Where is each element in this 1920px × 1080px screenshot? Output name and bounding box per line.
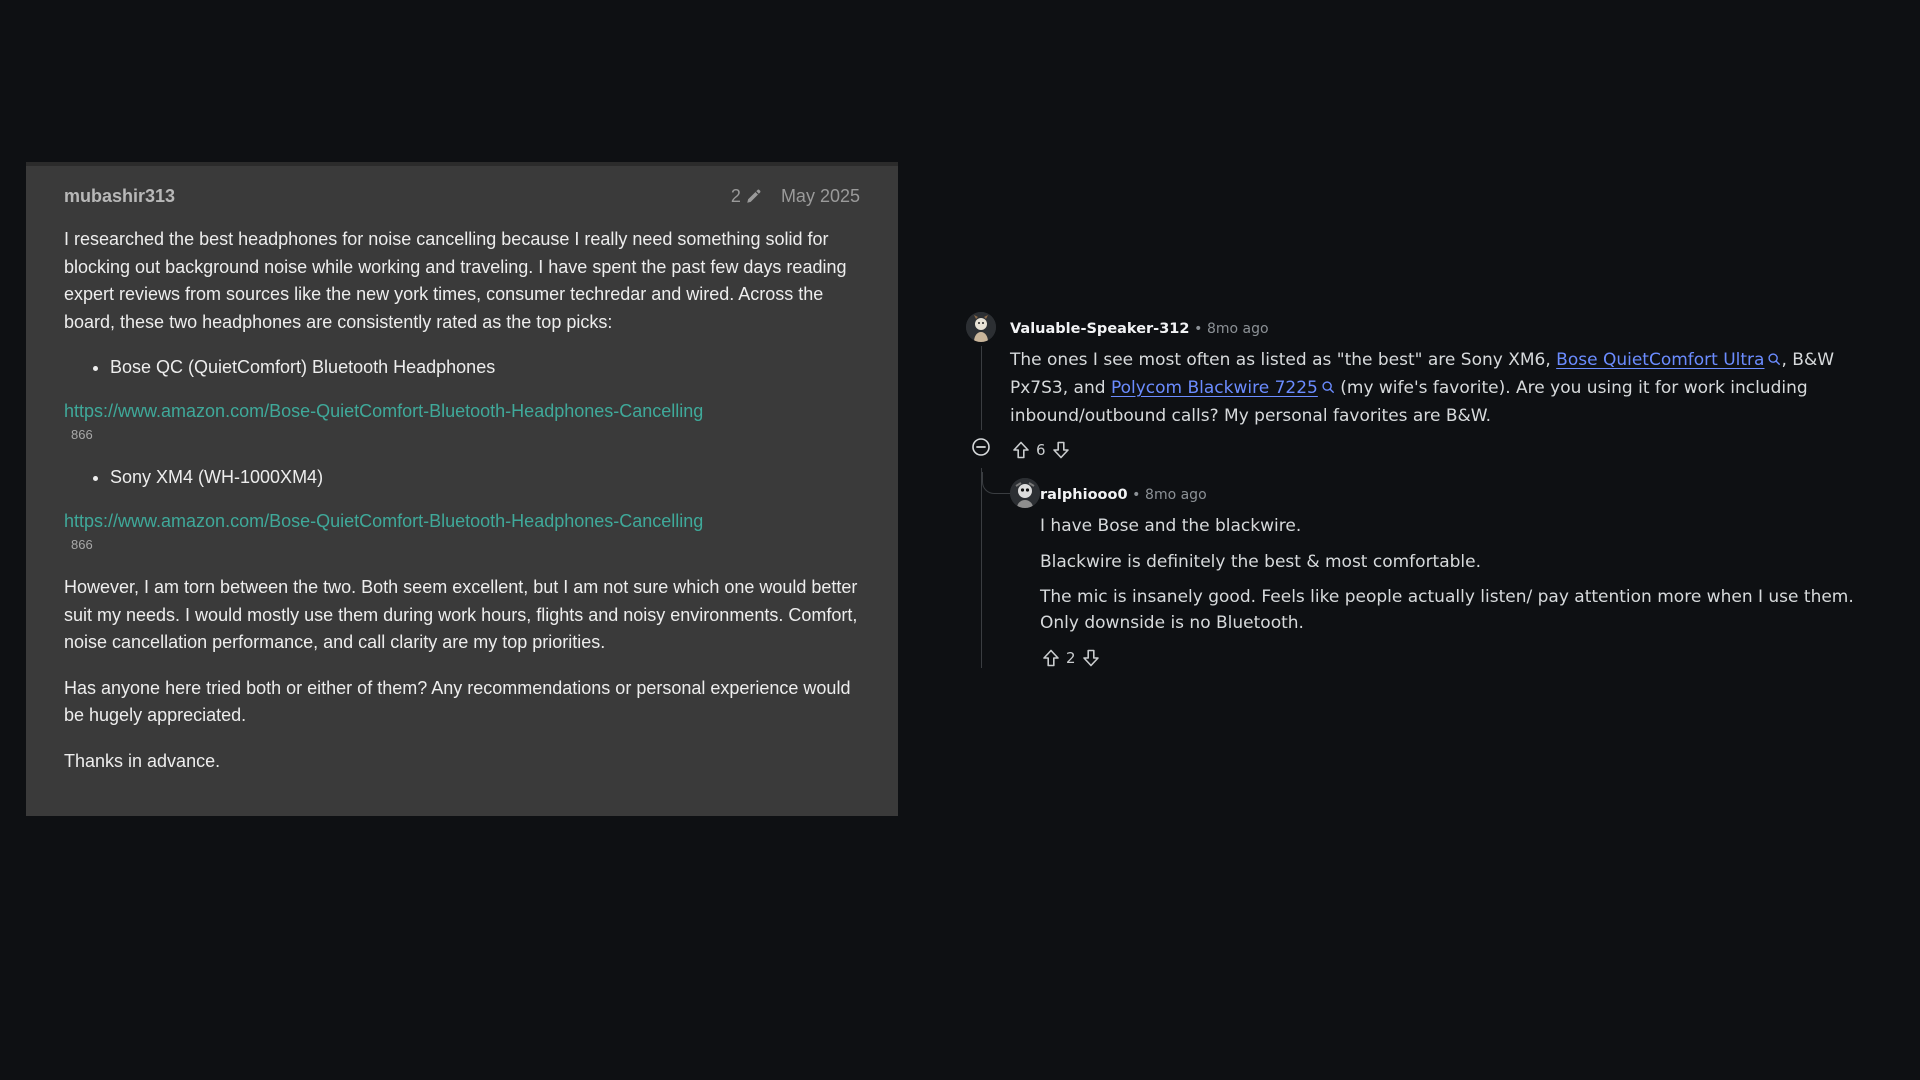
polycom-search-link[interactable]: Polycom Blackwire 7225: [1111, 378, 1335, 398]
comment-author[interactable]: Valuable-Speaker-312: [1010, 321, 1189, 337]
collapse-icon[interactable]: [970, 436, 992, 458]
amazon-link-1[interactable]: https://www.amazon.com/Bose-QuietComfort…: [64, 398, 860, 424]
avatar[interactable]: [966, 312, 996, 342]
reply-comment: ralphiooo0 • 8mo ago I have Bose and the…: [982, 472, 1896, 672]
post-date[interactable]: May 2025: [781, 186, 860, 207]
link-label: Polycom Blackwire 7225: [1110, 378, 1318, 398]
link-click-count: 866: [71, 427, 93, 442]
comment-time[interactable]: 8mo ago: [1145, 487, 1207, 503]
amazon-link-2[interactable]: https://www.amazon.com/Bose-QuietComfort…: [64, 508, 860, 534]
post-paragraph: However, I am torn between the two. Both…: [64, 577, 858, 652]
search-icon: [1767, 347, 1781, 365]
edit-count[interactable]: 2: [731, 186, 741, 207]
vote-bar: 6: [1010, 436, 1896, 464]
post-intro: I researched the best headphones for noi…: [64, 229, 847, 332]
thread-curve: [982, 472, 1012, 494]
comment-body: Valuable-Speaker-312 • 8mo ago The ones …: [1010, 312, 1896, 464]
vote-count: 6: [1036, 441, 1046, 459]
post-meta: 2 May 2025: [731, 186, 860, 207]
comment-time[interactable]: 8mo ago: [1207, 321, 1269, 337]
comment-paragraph: I have Bose and the blackwire.: [1040, 516, 1302, 536]
product-list-2: Sony XM4 (WH-1000XM4): [64, 464, 860, 490]
comment-paragraph: The mic is insanely good. Feels like peo…: [1040, 587, 1854, 633]
link-block-1: https://www.amazon.com/Bose-QuietComfort…: [64, 398, 860, 446]
thread-line: [981, 346, 982, 430]
bose-search-link[interactable]: Bose QuietComfort Ultra: [1556, 350, 1781, 370]
comment: Valuable-Speaker-312 • 8mo ago The ones …: [966, 312, 1896, 672]
comment-header: Valuable-Speaker-312 • 8mo ago: [1010, 312, 1896, 346]
comment-text-part: The ones I see most often as listed as "…: [1010, 350, 1557, 370]
thread-line: [981, 468, 982, 668]
link-click-count: 866: [71, 537, 93, 552]
comment-author[interactable]: ralphiooo0: [1040, 487, 1128, 503]
post-signoff: Thanks in advance.: [64, 750, 221, 771]
vote-count: 2: [1066, 649, 1076, 667]
link-label: Bose QuietComfort Ultra: [1556, 350, 1765, 370]
downvote-icon[interactable]: [1080, 647, 1102, 669]
product-list-1: Bose QC (QuietComfort) Bluetooth Headpho…: [64, 354, 860, 380]
vote-bar: 2: [1040, 644, 1896, 672]
downvote-icon[interactable]: [1050, 439, 1072, 461]
separator-dot: •: [1194, 321, 1203, 337]
pencil-icon[interactable]: [745, 187, 763, 205]
comment-body: ralphiooo0 • 8mo ago I have Bose and the…: [1040, 478, 1896, 672]
forum-post: mubashir313 2 May 2025 I researched the …: [26, 162, 898, 816]
link-block-2: https://www.amazon.com/Bose-QuietComfort…: [64, 508, 860, 556]
list-item: Bose QC (QuietComfort) Bluetooth Headpho…: [110, 354, 860, 380]
comment-header: ralphiooo0 • 8mo ago: [1040, 478, 1896, 512]
upvote-icon[interactable]: [1040, 647, 1062, 669]
avatar[interactable]: [1010, 478, 1040, 508]
comment-text: I have Bose and the blackwire. Blackwire…: [1040, 512, 1896, 636]
post-header: mubashir313 2 May 2025: [64, 184, 860, 208]
separator-dot: •: [1132, 487, 1141, 503]
post-author[interactable]: mubashir313: [64, 186, 175, 207]
upvote-icon[interactable]: [1010, 439, 1032, 461]
comment-thread: Valuable-Speaker-312 • 8mo ago The ones …: [966, 312, 1896, 672]
list-item: Sony XM4 (WH-1000XM4): [110, 464, 860, 490]
comment-paragraph: Blackwire is definitely the best & most …: [1040, 552, 1482, 572]
search-icon: [1321, 375, 1335, 393]
post-paragraph: Has anyone here tried both or either of …: [64, 677, 851, 726]
comment-text: The ones I see most often as listed as "…: [1010, 346, 1896, 430]
